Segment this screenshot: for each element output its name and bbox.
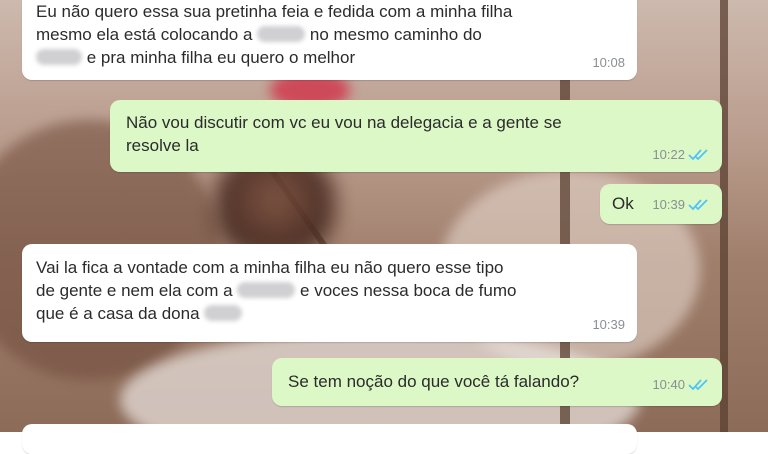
message-time: 10:22 <box>652 147 685 162</box>
redacted-name <box>237 282 296 298</box>
message-text: resolve la <box>126 136 199 155</box>
message-time: 10:39 <box>592 317 625 332</box>
message-time: 10:40 <box>652 377 685 392</box>
message-text: Vai la fica a vontade com a minha filha … <box>36 258 504 277</box>
message-bubble-incoming[interactable] <box>22 424 637 454</box>
message-time: 10:39 <box>652 197 685 212</box>
message-text: Se tem noção do que você tá falando? <box>288 372 580 391</box>
double-check-icon <box>688 199 708 211</box>
message-meta: 10:39 <box>592 313 625 336</box>
message-text: Eu não quero essa sua pretinha feia e fe… <box>36 2 513 21</box>
message-text: e pra minha filha eu quero o melhor <box>36 46 623 69</box>
message-text: de gente e nem ela com a e voces nessa b… <box>36 281 517 300</box>
message-bubble-incoming[interactable]: Vai la fica a vontade com a minha filha … <box>22 244 637 342</box>
message-bubble-incoming[interactable]: Eu não quero essa sua pretinha feia e fe… <box>22 0 637 80</box>
message-meta: 10:22 <box>652 143 710 166</box>
redacted-name <box>36 49 82 65</box>
message-meta: 10:08 <box>592 51 625 74</box>
message-text: Não vou discutir com vc eu vou na delega… <box>126 113 562 132</box>
message-bubble-outgoing[interactable]: Não vou discutir com vc eu vou na delega… <box>110 100 722 172</box>
message-bubble-outgoing[interactable]: Se tem noção do que você tá falando? 10:… <box>272 358 722 406</box>
redacted-name <box>204 305 243 321</box>
message-text: mesmo ela está colocando a no mesmo cami… <box>36 25 482 44</box>
double-check-icon <box>688 149 708 161</box>
message-meta: 10:39 <box>652 193 710 216</box>
message-text: Ok <box>612 194 634 213</box>
message-bubble-outgoing[interactable]: Ok 10:39 <box>600 184 722 224</box>
redacted-name <box>257 26 306 42</box>
message-time: 10:08 <box>592 55 625 70</box>
message-meta: 10:40 <box>652 373 710 396</box>
double-check-icon <box>688 379 708 391</box>
message-text: que é a casa da dona <box>36 302 623 325</box>
